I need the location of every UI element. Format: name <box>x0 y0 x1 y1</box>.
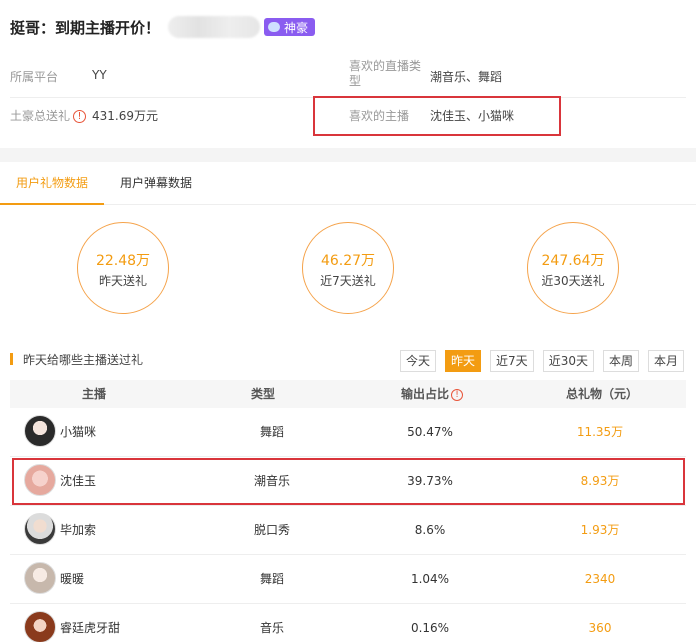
anchor-total: 360 <box>588 621 612 635</box>
section-marker <box>10 353 13 365</box>
stat-label: 近30天送礼 <box>541 274 605 288</box>
page-title: 挺哥：到期主播开价！ <box>10 18 161 37</box>
period-yesterday-button[interactable]: 昨天 <box>445 350 482 372</box>
avatar <box>24 562 56 594</box>
anchor-name[interactable]: 毕加索 <box>60 506 96 554</box>
stat-label: 昨天送礼 <box>98 274 147 288</box>
anchor-total: 1.93万 <box>580 523 620 537</box>
total-gift-value: 431.69万元 <box>92 109 158 123</box>
info-icon[interactable]: ! <box>73 110 87 123</box>
help-icon[interactable]: ! <box>451 388 464 401</box>
period-filter: 今天 昨天 近7天 近30天 本周 本月 <box>391 350 684 372</box>
tab-gift-data[interactable]: 用户礼物数据 <box>0 162 105 205</box>
highlight-row <box>12 458 685 505</box>
anchor-share: 50.47% <box>407 425 453 439</box>
col-type: 类型 <box>251 387 276 401</box>
info-row-platform: 所属平台 YY 喜欢的直播类型 潮音乐、舞蹈 <box>10 56 686 98</box>
anchor-name[interactable]: 暖暖 <box>60 555 84 603</box>
fav-type-label: 喜欢的直播类型 <box>349 59 422 88</box>
rank-icon <box>268 22 281 32</box>
stat-label: 近7天送礼 <box>320 274 376 288</box>
stat-yesterday: 22.48万 昨天送礼 <box>77 222 169 314</box>
period-month-button[interactable]: 本月 <box>647 350 684 372</box>
platform-label: 所属平台 <box>10 70 59 84</box>
stat-value: 247.64万 <box>541 253 605 269</box>
avatar <box>24 415 56 447</box>
anchor-share: 1.04% <box>410 572 450 586</box>
avatar <box>24 611 56 642</box>
col-share: 输出占比! <box>401 380 464 408</box>
stat-value: 22.48万 <box>95 253 151 269</box>
anchor-type: 舞蹈 <box>259 425 284 439</box>
rank-badge-label: 神豪 <box>284 20 309 35</box>
period-today-button[interactable]: 今天 <box>400 350 437 372</box>
table-row[interactable]: 睿廷虎牙甜 音乐 0.16% 360 <box>10 604 686 642</box>
table-row[interactable]: 小猫咪 舞蹈 50.47% 11.35万 <box>10 408 686 457</box>
total-gift-label: 土豪总送礼! <box>10 107 87 124</box>
anchor-name[interactable]: 睿廷虎牙甜 <box>60 604 120 642</box>
section-header: 昨天给哪些主播送过礼 <box>10 350 143 368</box>
period-week-button[interactable]: 本周 <box>602 350 639 372</box>
platform-value: YY <box>92 68 107 82</box>
stat-value: 46.27万 <box>320 253 376 269</box>
table-row[interactable]: 暖暖 舞蹈 1.04% 2340 <box>10 555 686 604</box>
period-30days-button[interactable]: 近30天 <box>542 350 594 372</box>
stat-30days: 247.64万 近30天送礼 <box>527 222 619 314</box>
section-title: 昨天给哪些主播送过礼 <box>23 352 144 367</box>
col-anchor: 主播 <box>82 387 107 401</box>
col-total: 总礼物（元） <box>566 387 639 401</box>
blurred-username <box>168 16 261 38</box>
rank-badge: 神豪 <box>264 18 316 36</box>
highlight-fav-anchor <box>313 96 561 136</box>
stat-7days: 46.27万 近7天送礼 <box>302 222 394 314</box>
anchor-total: 11.35万 <box>576 425 624 439</box>
section-divider <box>0 148 696 162</box>
anchor-type: 脱口秀 <box>253 523 290 537</box>
anchor-share: 0.16% <box>410 621 450 635</box>
anchor-total: 2340 <box>584 572 616 586</box>
anchor-share: 8.6% <box>414 523 446 537</box>
avatar <box>24 513 56 545</box>
tab-danmaku-data[interactable]: 用户弹幕数据 <box>104 162 208 205</box>
anchor-type: 音乐 <box>259 621 284 635</box>
period-7days-button[interactable]: 近7天 <box>490 350 534 372</box>
fav-type-value: 潮音乐、舞蹈 <box>430 70 503 84</box>
tab-bar: 用户礼物数据 用户弹幕数据 <box>0 162 696 205</box>
table-row[interactable]: 毕加索 脱口秀 8.6% 1.93万 <box>10 506 686 555</box>
anchor-type: 舞蹈 <box>259 572 284 586</box>
table-header: 主播 类型 输出占比! 总礼物（元） <box>10 380 686 408</box>
header: 挺哥：到期主播开价！ 神豪 <box>10 14 316 40</box>
anchor-name[interactable]: 小猫咪 <box>60 408 96 456</box>
